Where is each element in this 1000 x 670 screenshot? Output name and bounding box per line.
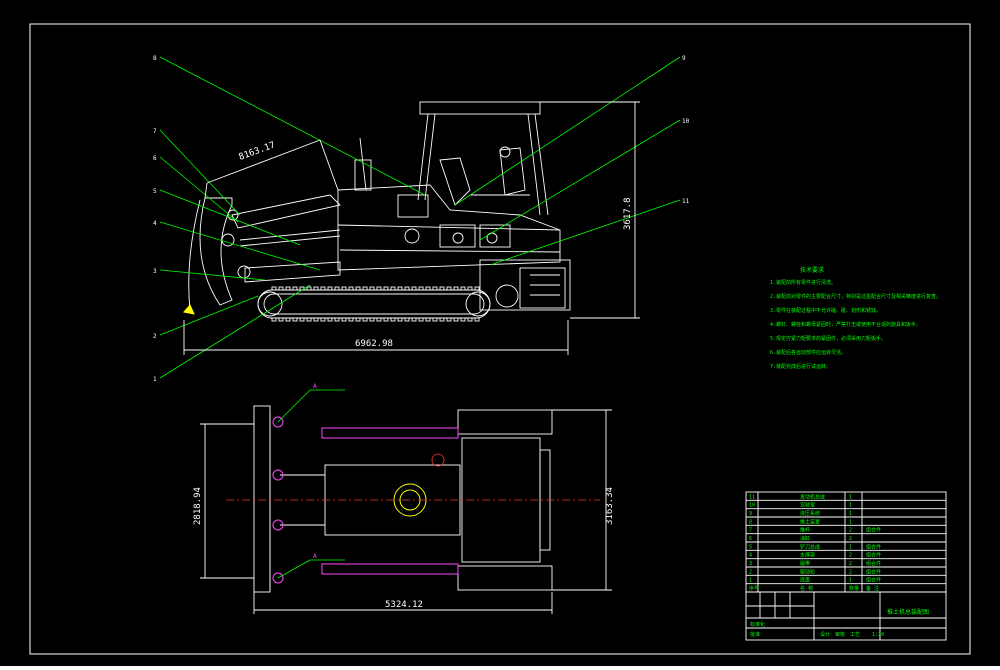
push-arm-plan: [321, 427, 459, 439]
bom-cell-note: 组合件: [866, 543, 881, 550]
title-label-process: 工艺: [850, 632, 860, 638]
title-label-design: 设计: [820, 631, 830, 638]
tech-note-line: 4.螺钉、螺栓和螺母紧固时，严禁打击或使用不合适的旋具和扳手。: [770, 321, 921, 328]
section-mark-a: A: [313, 553, 317, 560]
bom-cell-no: 9: [749, 511, 752, 517]
bom-cell-qty: 2: [849, 569, 852, 575]
callout-4: 4: [153, 220, 157, 227]
callout-11: 11: [682, 198, 690, 205]
bom-cell-name: 名 称: [800, 585, 813, 592]
bom-cell-qty: 1: [849, 519, 852, 525]
tech-notes: 技术要求 1.装配前所有零件进行清洗。 2.装配前对零件的主要配合尺寸，特别是过…: [770, 266, 941, 370]
blade-plan: [253, 405, 271, 593]
bom-cell-name: 驱动轮: [800, 568, 815, 575]
bom-cell-no: 5: [749, 544, 752, 550]
bom-cell-name: 油缸: [800, 535, 810, 542]
cad-canvas: 8 7 6 5 4 3 2 1 9 10 11 6962.98 3617.8 8…: [29, 23, 971, 655]
bom-cell-no: 10: [749, 503, 755, 509]
title-label-review: 审核: [835, 631, 845, 638]
callout-6: 6: [153, 155, 157, 162]
dim-diagonal: 8163.17: [238, 140, 277, 162]
bom-cell-name: 液压系统: [800, 510, 820, 517]
bom-cell-name: 履带: [800, 561, 810, 567]
bom-cell-note: 组合件: [866, 527, 881, 534]
bom-cell-note: 备 注: [866, 585, 879, 592]
tech-note-line: 1.装配前所有零件进行清洗。: [770, 279, 836, 286]
bom-cell-no: 11: [749, 494, 755, 500]
top-view: A A 5324.12 2818.94 3163.34: [193, 383, 615, 614]
bom-cell-no: 序号: [749, 585, 759, 592]
bom-cell-qty: 2: [849, 536, 852, 542]
callout-2: 2: [153, 333, 157, 340]
bom-cell-name: 底盘: [800, 577, 810, 584]
bill-of-materials: 11 发动机总成 110 驾驶室 19 液压系统 18 推土装置 17 推杆 2 组合件6 油缸 25 铲刀…: [745, 491, 947, 593]
bom-cell-name: 发动机总成: [800, 493, 825, 500]
cab-rops: [417, 101, 549, 216]
callout-3: 3: [153, 268, 157, 275]
tech-note-line: 5.规定拧紧力矩要求的紧固件，必须采用力矩扳手。: [770, 335, 886, 342]
callout-5: 5: [153, 188, 157, 195]
bom-cell-no: 1: [749, 578, 752, 584]
section-mark-a: A: [313, 383, 317, 390]
bom-cell-no: 8: [749, 519, 752, 525]
bom-cell-note: 组合件: [866, 552, 881, 559]
callout-1: 1: [153, 376, 157, 383]
dim-overall-length: 6962.98: [355, 339, 393, 349]
tech-note-line: 7.装配完成后进行试运转。: [770, 363, 831, 370]
tech-notes-title: 技术要求: [800, 266, 824, 274]
side-view: 8 7 6 5 4 3 2 1 9 10 11 6962.98 3617.8 8…: [153, 55, 690, 383]
bom-cell-qty: 1: [849, 544, 852, 550]
rear-frame: [479, 259, 571, 311]
drawing-title: 推土机总装配图: [887, 608, 929, 616]
side-dimensions: 6962.98 3617.8 8163.17: [183, 101, 640, 355]
callout-10: 10: [682, 118, 690, 125]
bom-cell-qty: 数量: [849, 585, 859, 592]
bom-cell-note: 组合件: [866, 560, 881, 567]
bom-cell-no: 3: [749, 561, 752, 567]
bom-cell-name: 驾驶室: [800, 502, 815, 509]
push-arm: [221, 194, 341, 283]
callout-9: 9: [682, 55, 686, 62]
bom-cell-name: 推杆: [800, 527, 810, 534]
tech-note-line: 2.装配前对零件的主要配合尺寸，特别是过盈配合尺寸及相关精度进行复查。: [770, 293, 941, 300]
callout-7: 7: [153, 128, 157, 135]
bom-cell-qty: 1: [849, 511, 852, 517]
track-assembly: [257, 286, 491, 322]
bom-cell-qty: 2: [849, 561, 852, 567]
callout-8: 8: [153, 55, 157, 62]
bom-cell-qty: 1: [849, 494, 852, 500]
dim-height: 3617.8: [623, 197, 633, 230]
tech-note-line: 6.装配后各运动部件应运转灵活。: [770, 349, 846, 356]
dim-blade-width: 2818.94: [193, 487, 203, 525]
bom-cell-qty: 1: [849, 578, 852, 584]
bom-cell-note: 组合件: [866, 577, 881, 584]
bom-cell-qty: 2: [849, 528, 852, 534]
bom-cell-name: 铲刀总成: [800, 543, 820, 550]
bom-cell-no: 6: [749, 536, 752, 542]
bom-cell-no: 2: [749, 569, 752, 575]
bom-cell-name: 支撑架: [800, 552, 815, 559]
bom-cell-no: 4: [749, 553, 752, 559]
bom-cell-qty: 1: [849, 503, 852, 509]
bom-cell-no: 7: [749, 528, 752, 534]
tech-note-line: 3.零件在装配过程中不允许磕、碰、划伤和锈蚀。: [770, 307, 881, 314]
title-label-approve: 批准: [750, 631, 760, 638]
bom-cell-name: 推土装置: [800, 518, 820, 525]
bom-cell-note: 组合件: [866, 568, 881, 575]
title-block: 推土机总装配图 设计 审核 工艺 1:20 标准化 批准: [745, 591, 947, 641]
cad-drawing-sheet: 8 7 6 5 4 3 2 1 9 10 11 6962.98 3617.8 8…: [0, 0, 1000, 666]
title-label-standard: 标准化: [750, 621, 765, 628]
dim-track-width: 3163.34: [605, 487, 615, 525]
dim-top-length: 5324.12: [385, 600, 423, 610]
scale-value: 1:20: [872, 632, 884, 638]
push-arm-plan: [321, 563, 459, 575]
bom-cell-qty: 2: [849, 553, 852, 559]
